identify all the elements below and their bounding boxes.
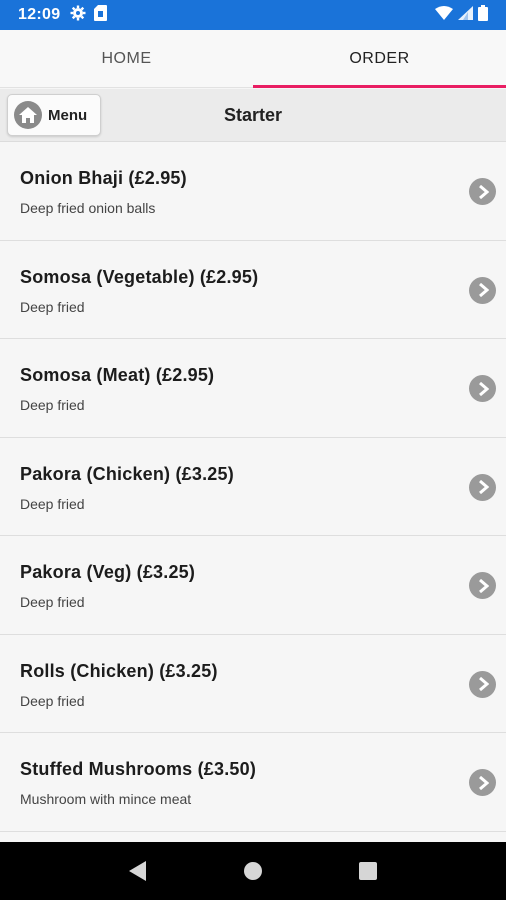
chevron-right-icon xyxy=(469,178,496,205)
item-name: Stuffed Mushrooms (£3.50) xyxy=(20,759,257,779)
home-button-icon[interactable] xyxy=(233,851,273,891)
item-name: Pakora (Veg) (£3.25) xyxy=(20,562,196,582)
item-description: Deep fried xyxy=(20,495,85,512)
list-item[interactable]: Somosa (Meat) (£2.95) Deep fried xyxy=(0,339,506,438)
item-description: Deep fried xyxy=(20,692,85,709)
item-name: Onion Bhaji (£2.95) xyxy=(20,168,187,188)
item-description: Deep fried onion balls xyxy=(20,200,156,216)
item-name: Pakora (Chicken) (£3.25) xyxy=(20,463,234,484)
item-description: Deep fried xyxy=(20,298,85,315)
status-time: 12:09 xyxy=(18,6,61,23)
back-icon[interactable] xyxy=(118,851,158,891)
battery-icon xyxy=(478,4,488,26)
list-item[interactable]: Rolls (Chicken) (£3.25) Deep fried xyxy=(0,635,506,733)
item-name: Somosa (Meat) (£2.95) xyxy=(20,365,215,385)
item-name: Rolls (Chicken) (£3.25) xyxy=(20,660,218,681)
menu-button[interactable]: Menu xyxy=(7,94,101,136)
menu-button-label: Menu xyxy=(48,106,88,124)
home-icon xyxy=(14,101,42,129)
tab-home[interactable]: HOME xyxy=(0,30,253,87)
list-item[interactable]: Pakora (Chicken) (£3.25) Deep fried xyxy=(0,438,506,536)
chevron-right-icon xyxy=(469,670,496,698)
chevron-right-icon xyxy=(469,473,496,501)
list-item[interactable]: Stuffed Mushrooms (£3.50) Mushroom with … xyxy=(0,733,506,832)
sim-card-icon xyxy=(94,4,108,26)
item-description: Mushroom with mince meat xyxy=(20,791,192,807)
signal-icon xyxy=(458,5,473,25)
chevron-right-icon xyxy=(469,769,496,796)
recents-icon[interactable] xyxy=(348,851,388,891)
item-name: Somosa (Vegetable) (£2.95) xyxy=(20,266,259,287)
chevron-right-icon xyxy=(469,375,496,402)
chevron-right-icon xyxy=(469,572,496,599)
gear-icon xyxy=(70,5,86,26)
subheader: Starter Menu xyxy=(0,89,506,142)
list-item[interactable]: Onion Bhaji (£2.95) Deep fried onion bal… xyxy=(0,142,506,241)
item-description: Deep fried xyxy=(20,397,85,413)
item-description: Deep fried xyxy=(20,594,85,610)
wifi-icon xyxy=(435,5,453,25)
tab-bar: HOME ORDER xyxy=(0,30,506,88)
status-bar: 12:09 xyxy=(0,0,506,30)
navigation-bar xyxy=(0,842,506,900)
list-item[interactable]: Somosa (Vegetable) (£2.95) Deep fried xyxy=(0,241,506,339)
list-item[interactable]: Pakora (Veg) (£3.25) Deep fried xyxy=(0,536,506,635)
chevron-right-icon xyxy=(469,276,496,304)
menu-list: Onion Bhaji (£2.95) Deep fried onion bal… xyxy=(0,142,506,842)
tab-order[interactable]: ORDER xyxy=(253,30,506,88)
